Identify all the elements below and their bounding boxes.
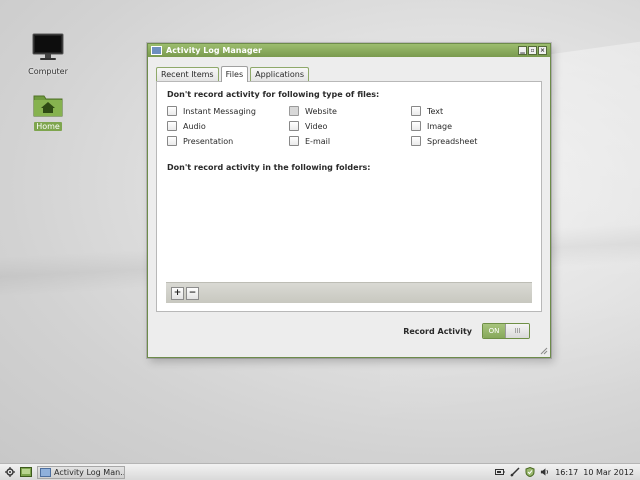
window-titlebar[interactable]: Activity Log Manager ▁ ▫ × [148, 44, 550, 57]
network-icon[interactable] [510, 467, 520, 477]
checkbox-label: Website [305, 106, 337, 116]
folder-list-toolbar: + − [166, 282, 532, 303]
monitor-icon [18, 33, 78, 65]
checkbox-audio[interactable]: Audio [167, 120, 289, 132]
toggle-knob[interactable]: III [505, 324, 529, 338]
checkbox-label: Instant Messaging [183, 106, 256, 116]
checkbox-text[interactable]: Text [411, 105, 521, 117]
checkbox-label: Audio [183, 121, 206, 131]
checkbox-label: E-mail [305, 136, 331, 146]
add-folder-button[interactable]: + [171, 286, 184, 300]
tab-bar: Recent Items Files Applications [156, 65, 542, 82]
clock-time[interactable]: 16:17 [555, 468, 578, 477]
desktop-icon-home[interactable]: Home [18, 92, 78, 131]
checkbox-website[interactable]: Website [289, 105, 411, 117]
record-activity-toggle[interactable]: ON III [482, 323, 530, 339]
clock-date[interactable]: 10 Mar 2012 [583, 468, 634, 477]
checkbox-presentation[interactable]: Presentation [167, 135, 289, 147]
checkbox[interactable] [289, 121, 299, 131]
desktop-icon-computer[interactable]: Computer [18, 33, 78, 76]
resize-grip-icon[interactable] [539, 346, 548, 355]
checkbox[interactable] [411, 121, 421, 131]
checkbox[interactable] [411, 106, 421, 116]
file-type-checklist: Instant Messaging Website Text Audio Vid… [167, 105, 531, 147]
activity-log-manager-window: Activity Log Manager ▁ ▫ × Recent Items … [147, 43, 551, 358]
home-folder-icon [18, 92, 78, 120]
desktop-icon-label: Computer [28, 67, 68, 76]
volume-icon[interactable] [540, 467, 550, 477]
checkbox[interactable] [411, 136, 421, 146]
maximize-icon[interactable]: ▫ [528, 46, 537, 55]
tab-recent-items[interactable]: Recent Items [156, 67, 219, 81]
tab-files[interactable]: Files [220, 66, 249, 82]
checkbox-spreadsheet[interactable]: Spreadsheet [411, 135, 521, 147]
system-tray: 16:17 10 Mar 2012 [495, 467, 640, 477]
folders-heading: Don't record activity in the following f… [167, 163, 371, 172]
checkbox[interactable] [167, 106, 177, 116]
checkbox-label: Video [305, 121, 328, 131]
checkbox-label: Image [427, 121, 453, 131]
checkbox-label: Spreadsheet [427, 136, 478, 146]
desktop-icon-label: Home [34, 122, 62, 131]
taskbar-window-label: Activity Log Man... [54, 467, 125, 477]
checkbox-instant-messaging[interactable]: Instant Messaging [167, 105, 289, 117]
close-icon[interactable]: × [538, 46, 547, 55]
record-activity-row: Record Activity ON III [156, 312, 542, 350]
checkbox[interactable] [289, 136, 299, 146]
window-icon [40, 467, 51, 477]
gear-icon[interactable] [4, 466, 16, 478]
checkbox-label: Text [427, 106, 444, 116]
minimize-icon[interactable]: ▁ [518, 46, 527, 55]
remove-folder-button[interactable]: − [186, 286, 199, 300]
checkbox-image[interactable]: Image [411, 120, 521, 132]
window-title: Activity Log Manager [166, 46, 262, 55]
battery-icon[interactable] [495, 467, 505, 477]
files-tab-panel: Don't record activity for following type… [156, 81, 542, 312]
record-activity-label: Record Activity [403, 326, 472, 336]
app-icon [151, 46, 162, 55]
file-types-heading: Don't record activity for following type… [167, 90, 380, 99]
checkbox-email[interactable]: E-mail [289, 135, 411, 147]
shield-icon[interactable] [525, 467, 535, 477]
checkbox[interactable] [167, 121, 177, 131]
checkbox[interactable] [167, 136, 177, 146]
checkbox[interactable] [289, 106, 299, 116]
toggle-on-text: ON [483, 324, 505, 338]
checkbox-label: Presentation [183, 136, 234, 146]
tab-applications[interactable]: Applications [250, 67, 310, 81]
taskbar-window-button[interactable]: Activity Log Man... [37, 465, 125, 479]
checkbox-video[interactable]: Video [289, 120, 411, 132]
taskbar: Activity Log Man... 16:17 10 Mar 2012 [0, 463, 640, 480]
show-desktop-icon[interactable] [20, 466, 32, 478]
